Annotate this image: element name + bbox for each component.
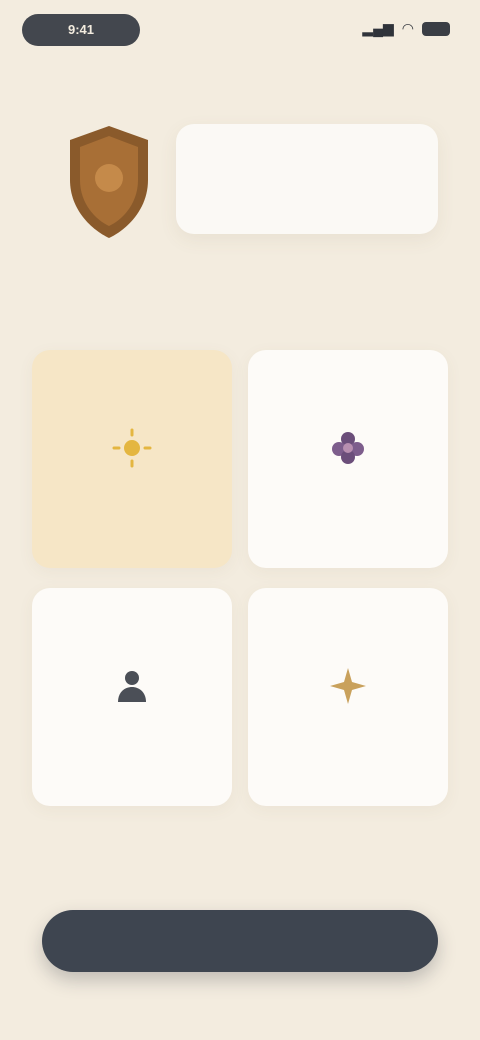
shield-icon <box>70 126 148 238</box>
hero-section <box>40 110 444 260</box>
continue-button[interactable] <box>42 910 438 972</box>
hero-card <box>176 124 438 234</box>
status-time: 9:41 <box>22 14 140 46</box>
signal-icon: ▂▄▆ <box>362 20 394 36</box>
option-tile-3[interactable] <box>32 588 232 806</box>
wifi-icon: ◠ <box>401 20 414 36</box>
breadcrumb <box>34 68 334 86</box>
sun-icon <box>110 426 154 470</box>
status-bar: 9:41 ▂▄▆ ◠ <box>0 0 480 64</box>
flower-icon <box>326 426 370 470</box>
status-icons: ▂▄▆ ◠ <box>362 20 450 37</box>
option-tile-1[interactable] <box>32 350 232 568</box>
battery-icon <box>422 21 450 36</box>
person-icon <box>110 664 154 708</box>
option-tile-4[interactable] <box>248 588 448 806</box>
option-grid <box>32 350 448 806</box>
option-tile-2[interactable] <box>248 350 448 568</box>
spark-icon <box>326 664 370 708</box>
